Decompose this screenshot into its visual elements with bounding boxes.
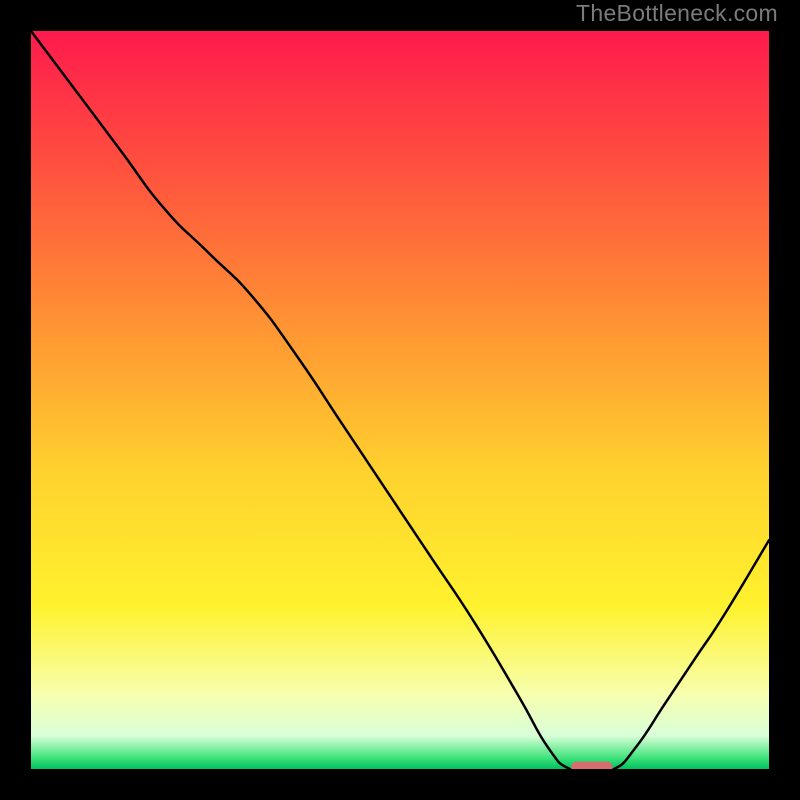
marker-pill (571, 762, 612, 769)
gradient-background (31, 31, 769, 769)
plot-svg (31, 31, 769, 769)
watermark-text: TheBottleneck.com (576, 0, 778, 28)
chart-frame: TheBottleneck.com (0, 0, 800, 800)
plot-area (31, 31, 769, 769)
